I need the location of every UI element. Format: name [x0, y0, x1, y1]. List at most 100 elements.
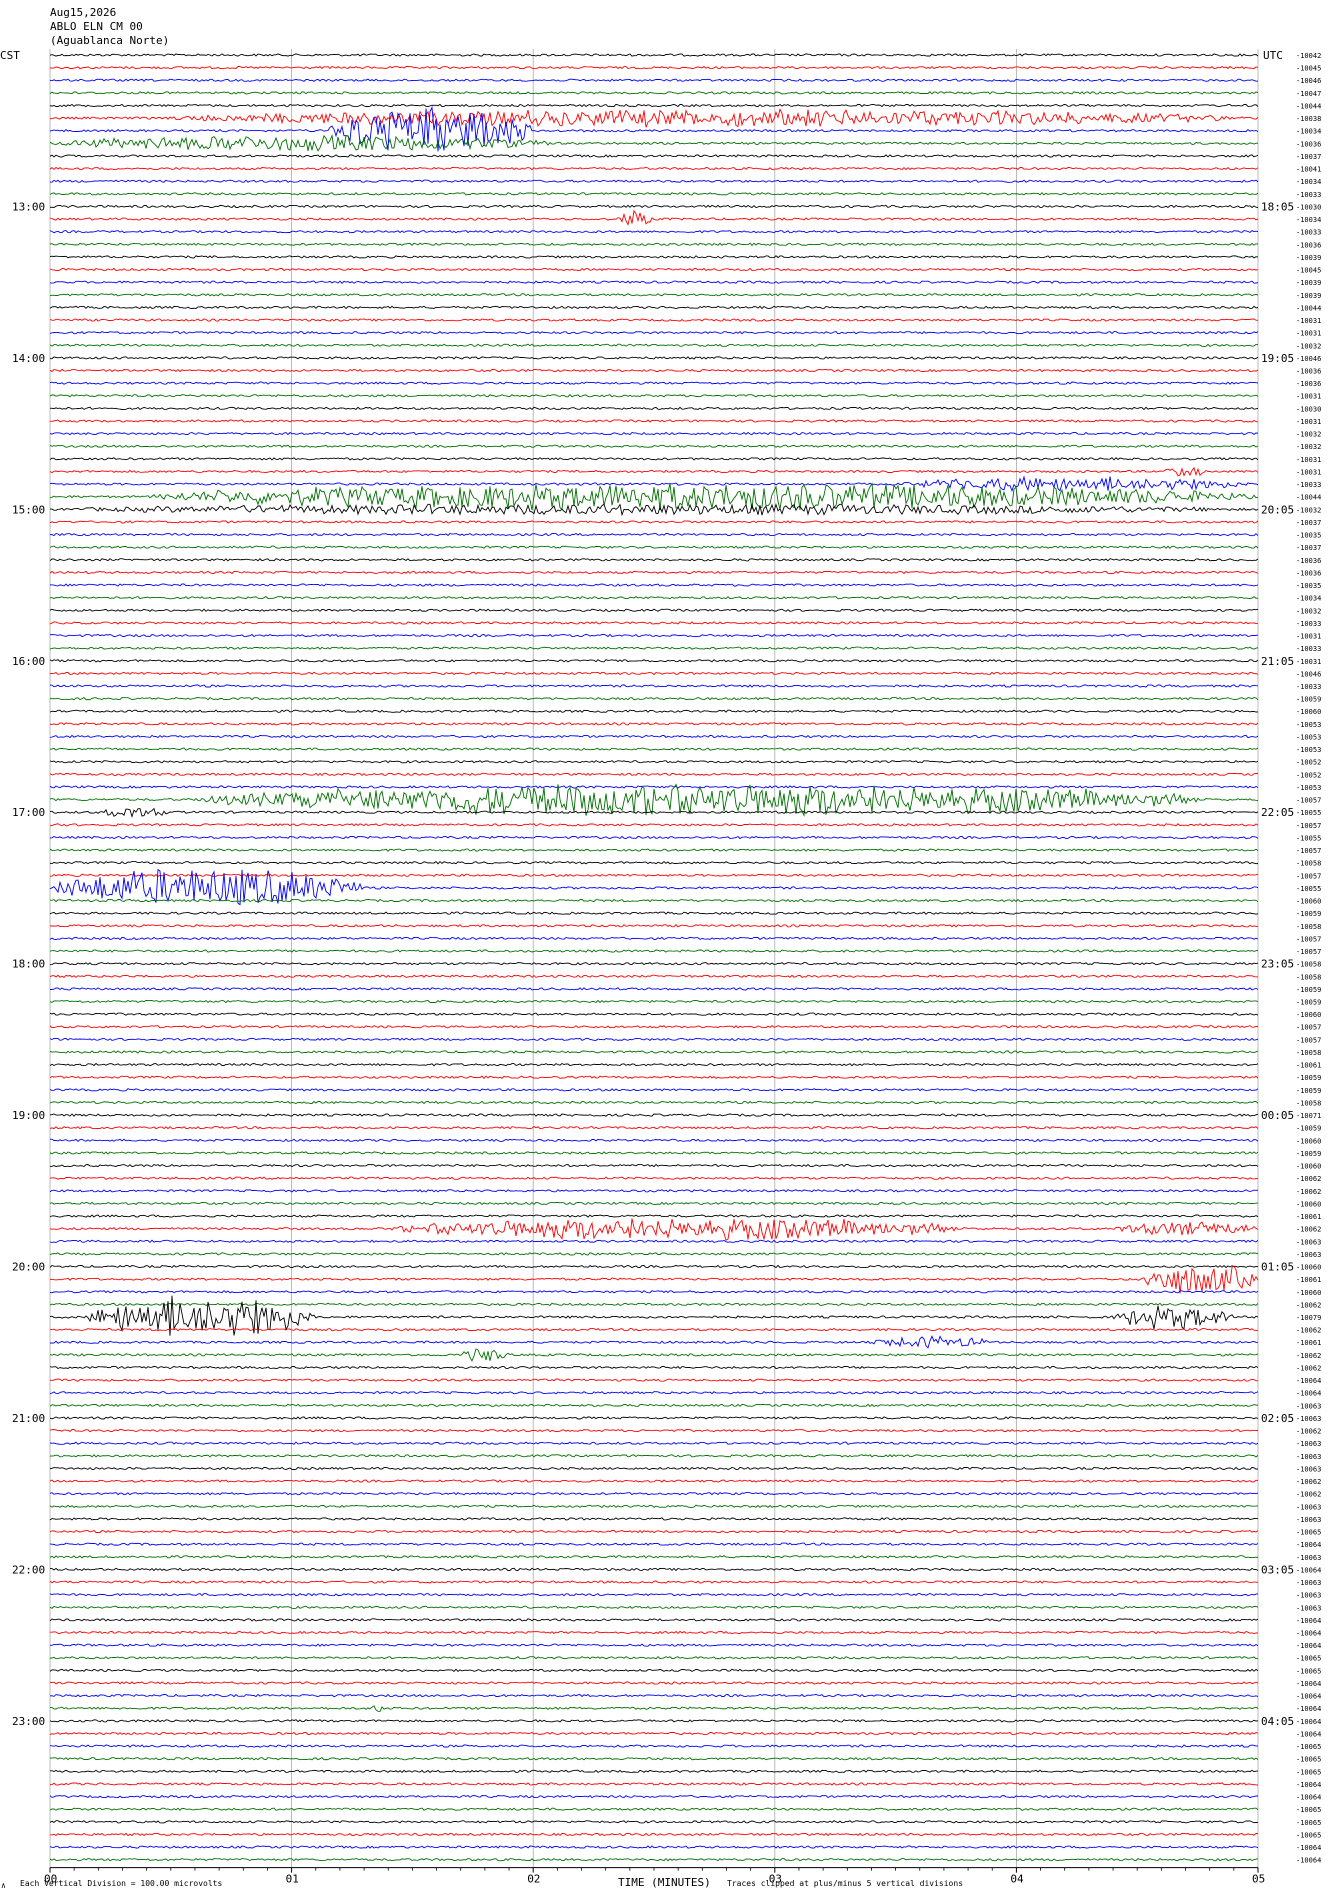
trace-row: [49, 1705, 1259, 1712]
hour-label-left: 22:00: [12, 1563, 45, 1576]
trace-row: [49, 1757, 1259, 1761]
offset-label: -10034: [1296, 216, 1321, 224]
hour-label-right: 02:05: [1261, 1412, 1294, 1425]
trace-row: [49, 1113, 1259, 1117]
offset-label: -10046: [1296, 670, 1321, 678]
trace-row: [49, 835, 1259, 840]
offset-label: -10060: [1296, 898, 1321, 906]
trace-row: [49, 1769, 1259, 1774]
offset-label: -10044: [1296, 103, 1321, 111]
offset-label: -10065: [1296, 1529, 1321, 1537]
offset-label: -10035: [1296, 582, 1321, 590]
offset-label: -10032: [1296, 342, 1321, 350]
trace-row: [49, 1504, 1259, 1508]
trace-row: [49, 1593, 1259, 1597]
trace-row: [49, 419, 1259, 423]
trace-row: [49, 1479, 1259, 1483]
offset-label: -10036: [1296, 569, 1321, 577]
offset-label: -10063: [1296, 1604, 1321, 1612]
offset-label: -10036: [1296, 140, 1321, 148]
trace-row: [49, 1782, 1259, 1786]
trace-row: [49, 368, 1259, 373]
offset-label: -10058: [1296, 961, 1321, 969]
offset-label: -10031: [1296, 456, 1321, 464]
hour-label-right: 23:05: [1261, 958, 1294, 971]
offset-label: -10062: [1296, 1478, 1321, 1486]
offset-label: -10063: [1296, 1415, 1321, 1423]
trace-row: [49, 267, 1259, 272]
trace-row: [49, 1857, 1259, 1862]
trace-row: [49, 53, 1259, 57]
trace-row: [49, 949, 1259, 953]
offset-label: -10058: [1296, 1100, 1321, 1108]
offset-label: -10031: [1296, 317, 1321, 325]
trace-row: [49, 406, 1259, 411]
offset-label: -10059: [1296, 696, 1321, 704]
trace-row: [49, 1542, 1259, 1546]
offset-label: -10057: [1296, 1024, 1321, 1032]
trace-row: [49, 1126, 1259, 1130]
helicorder-chart: Aug15,2026 ABLO ELN CM 00 (Aguablanca No…: [0, 6, 1321, 1890]
offset-label: -10062: [1296, 1365, 1321, 1373]
trace-row: [49, 608, 1259, 612]
hour-label-right: 21:05: [1261, 655, 1294, 668]
offset-label: -10062: [1296, 1188, 1321, 1196]
trace-row: [50, 1567, 1259, 1572]
offset-label: -10055: [1296, 885, 1321, 893]
trace-row: [49, 242, 1259, 247]
trace-row: [49, 305, 1259, 310]
trace-row: [49, 65, 1259, 70]
offset-label: -10058: [1296, 1049, 1321, 1057]
trace-row: [49, 1655, 1259, 1660]
trace-row: [49, 1845, 1259, 1849]
trace-row: [49, 1189, 1259, 1193]
offset-label: -10058: [1296, 860, 1321, 868]
hour-label-right: 04:05: [1261, 1715, 1294, 1728]
trace-row: [49, 1138, 1259, 1143]
trace-row: [49, 734, 1259, 739]
offset-label: -10035: [1296, 532, 1321, 540]
offset-label: -10062: [1296, 1327, 1321, 1335]
trace-row: [49, 1517, 1259, 1521]
offset-label: -10057: [1296, 935, 1321, 943]
trace-row: [49, 154, 1259, 158]
trace-row: [49, 860, 1259, 865]
offset-label: -10064: [1296, 1377, 1321, 1385]
offset-label: -10057: [1296, 797, 1321, 805]
trace-row: [49, 318, 1259, 322]
offset-label: -10053: [1296, 746, 1321, 754]
trace-row: [49, 595, 1259, 600]
trace-row: [49, 108, 1259, 128]
trace-row: [49, 1218, 1259, 1241]
offset-label: -10059: [1296, 1087, 1321, 1095]
trace-row: [49, 659, 1259, 663]
trace-row: [49, 1731, 1259, 1736]
offset-label: -10052: [1296, 759, 1321, 767]
trace-row: [49, 936, 1259, 941]
offset-label: -10061: [1296, 1276, 1321, 1284]
trace-row: [49, 747, 1259, 751]
offset-label: -10060: [1296, 1289, 1321, 1297]
offset-label: -10062: [1296, 1226, 1321, 1234]
offset-label: -10059: [1296, 1125, 1321, 1133]
offset-label: -10031: [1296, 658, 1321, 666]
offset-label: -10063: [1296, 1516, 1321, 1524]
offset-label: -10057: [1296, 948, 1321, 956]
trace-row: [49, 1062, 1259, 1067]
trace-row: [49, 91, 1259, 95]
offset-labels: -10042 -10045 -10046 -10047 -10044 -10038 -100…: [1296, 52, 1321, 1865]
offset-label: -10064: [1296, 1794, 1321, 1802]
trace-row: [49, 1681, 1259, 1685]
trace-row: [49, 1807, 1259, 1811]
station-label: ABLO ELN CM 00: [50, 20, 143, 33]
hour-label-right: 20:05: [1261, 503, 1294, 516]
offset-label: -10059: [1296, 1150, 1321, 1158]
offset-label: -10036: [1296, 368, 1321, 376]
trace-row: [49, 1012, 1259, 1016]
trace-row: [49, 1265, 1259, 1294]
offset-label: -10044: [1296, 304, 1321, 312]
trace-row: [49, 520, 1259, 524]
offset-label: -10039: [1296, 279, 1321, 287]
trace-row: [49, 133, 1259, 152]
right-timezone-label: UTC: [1263, 49, 1283, 62]
